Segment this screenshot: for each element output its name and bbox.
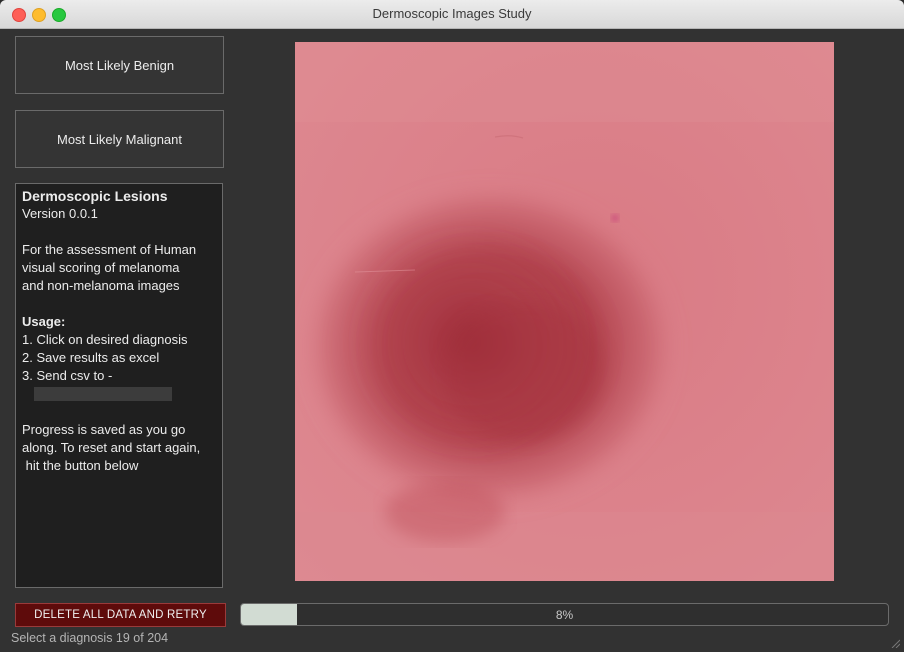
progress-note-2: along. To reset and start again, bbox=[22, 440, 201, 455]
usage-label: Usage: bbox=[22, 314, 66, 329]
progress-note-3: hit the button below bbox=[22, 458, 139, 473]
description-line-2: visual scoring of melanoma bbox=[22, 260, 180, 275]
resize-grip-icon[interactable] bbox=[890, 638, 900, 648]
info-panel: Dermoscopic Lesions Version 0.0.1 For th… bbox=[15, 183, 223, 588]
benign-button[interactable]: Most Likely Benign bbox=[15, 36, 224, 94]
redacted-email bbox=[34, 387, 172, 401]
lesion-image bbox=[295, 42, 834, 581]
progress-note-1: Progress is saved as you go bbox=[22, 422, 186, 437]
description-line-3: and non-melanoma images bbox=[22, 278, 180, 293]
description-line-1: For the assessment of Human bbox=[22, 242, 197, 257]
status-text: Select a diagnosis 19 of 204 bbox=[11, 631, 169, 645]
malignant-button[interactable]: Most Likely Malignant bbox=[15, 110, 224, 168]
progress-bar: 8% bbox=[240, 603, 889, 626]
delete-all-data-button[interactable]: DELETE ALL DATA AND RETRY bbox=[15, 603, 226, 627]
usage-step-3: 3. Send csv to - bbox=[22, 368, 113, 383]
app-window: Dermoscopic Images Study Most Likely Ben… bbox=[0, 0, 904, 652]
title-bar: Dermoscopic Images Study bbox=[0, 0, 904, 29]
lesion-image-svg bbox=[295, 42, 834, 581]
progress-percent: 8% bbox=[555, 608, 574, 622]
info-heading: Dermoscopic Lesions bbox=[22, 188, 168, 204]
usage-step-1: 1. Click on desired diagnosis bbox=[22, 332, 188, 347]
version-text: Version 0.0.1 bbox=[22, 206, 98, 221]
window-title: Dermoscopic Images Study bbox=[372, 6, 532, 21]
usage-step-2: 2. Save results as excel bbox=[22, 350, 160, 365]
